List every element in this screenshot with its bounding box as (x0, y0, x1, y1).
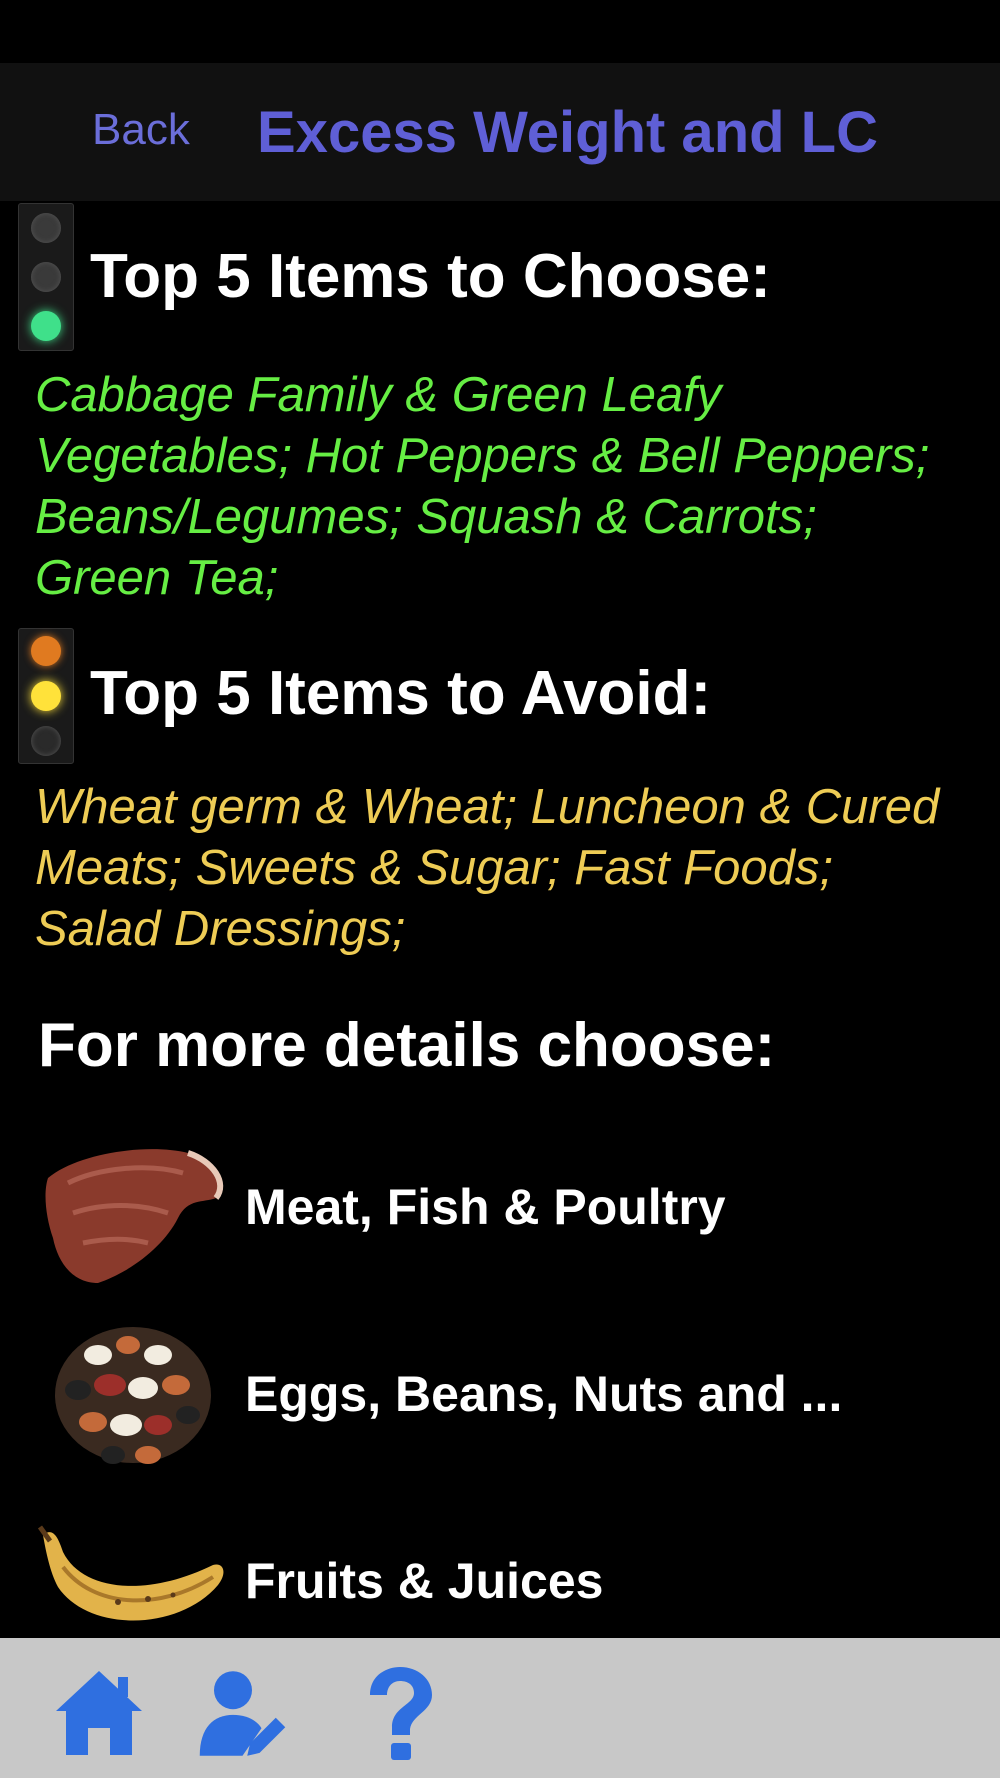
choose-section-header: Top 5 Items to Choose: (0, 203, 1000, 351)
steak-icon (45, 1149, 224, 1283)
status-bar (0, 0, 1000, 63)
avoid-items-text: Wheat germ & Wheat; Luncheon & Cured Mea… (35, 780, 940, 956)
category-label: Fruits & Juices (245, 1553, 604, 1609)
choose-section-title: Top 5 Items to Choose: (90, 242, 771, 311)
choose-items-text: Cabbage Family & Green Leafy Vegetables;… (35, 368, 930, 605)
category-label: Meat, Fish & Poultry (245, 1179, 726, 1235)
app-screen: Back Excess Weight and LC Top 5 Items to… (0, 0, 1000, 1778)
traffic-light-yellow-icon (18, 628, 74, 764)
navigation-bar: Back Excess Weight and LC (0, 63, 1000, 201)
traffic-light-green-icon (18, 203, 74, 351)
category-label: Eggs, Beans, Nuts and ... (245, 1366, 843, 1422)
category-meat-fish-poultry[interactable]: Meat, Fish & Poultry (0, 1123, 1000, 1293)
home-icon[interactable] (52, 1663, 147, 1763)
details-heading: For more details choose: (38, 1011, 776, 1080)
bottom-tab-bar (0, 1638, 1000, 1778)
avoid-section-header: Top 5 Items to Avoid: (0, 628, 1000, 764)
beans-icon (55, 1327, 211, 1464)
back-button[interactable]: Back (92, 105, 190, 155)
avoid-section-title: Top 5 Items to Avoid: (90, 659, 712, 728)
page-title: Excess Weight and LC (257, 100, 878, 165)
category-eggs-beans-nuts[interactable]: Eggs, Beans, Nuts and ... (0, 1310, 1000, 1480)
help-icon[interactable] (352, 1663, 447, 1763)
edit-profile-icon[interactable] (195, 1663, 290, 1763)
